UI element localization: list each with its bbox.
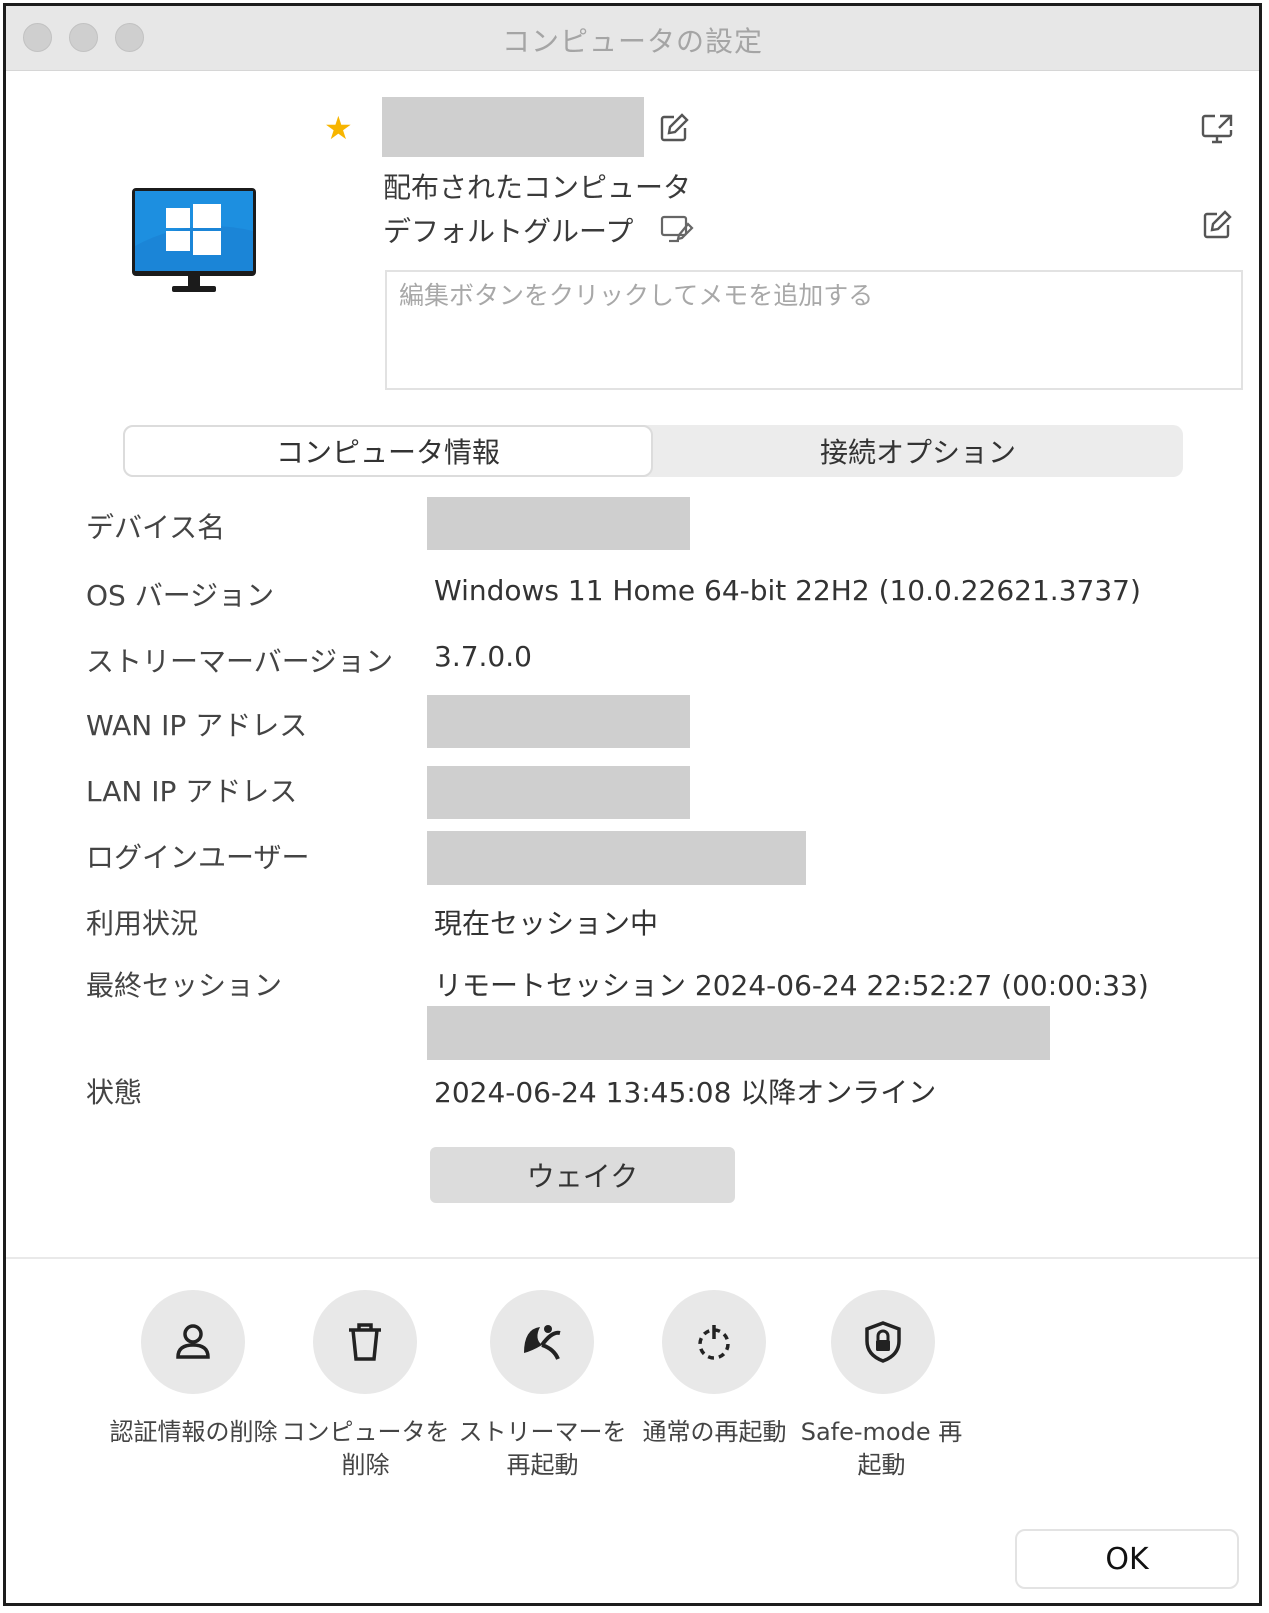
usage-label: 利用状況 [86, 907, 199, 940]
computer-settings-window: コンピュータの設定 ★ 配布されたコンピュータ デフォルトグループ 編集ボタンを… [3, 3, 1262, 1606]
streamer-version-value: 3.7.0.0 [434, 640, 532, 673]
delete-credentials-label: 認証情報の削除 [109, 1418, 278, 1446]
divider [6, 1257, 1259, 1259]
normal-restart-label: 通常の再起動 [642, 1418, 787, 1446]
memo-placeholder: 編集ボタンをクリックしてメモを追加する [399, 281, 874, 310]
favorite-star-icon[interactable]: ★ [324, 112, 353, 144]
normal-restart-button[interactable] [662, 1290, 766, 1394]
user-icon [176, 1324, 210, 1359]
window-title: コンピュータの設定 [501, 25, 763, 58]
trash-icon [349, 1323, 381, 1361]
last-session-label: 最終セッション [86, 969, 283, 1002]
streamer-version-label: ストリーマーバージョン [86, 645, 394, 678]
status-label: 状態 [86, 1076, 143, 1109]
wan-ip-label: WAN IP アドレス [86, 709, 308, 742]
last-session-value: リモートセッション 2024-06-24 22:52:27 (00:00:33) [434, 969, 1149, 1002]
login-user-label: ログインユーザー [86, 841, 310, 874]
tab-bar: コンピュータ情報 接続オプション [123, 425, 1183, 477]
lan-ip-label: LAN IP アドレス [86, 775, 298, 808]
tab-connection-options[interactable]: 接続オプション [653, 425, 1183, 477]
edit-memo-icon[interactable] [1198, 206, 1236, 244]
edit-name-icon[interactable] [656, 110, 692, 146]
external-window-icon[interactable] [1198, 110, 1236, 148]
os-version-value: Windows 11 Home 64-bit 22H2 (10.0.22621.… [434, 574, 1141, 607]
tab-computer-info[interactable]: コンピュータ情報 [123, 425, 653, 477]
status-value: 2024-06-24 13:45:08 以降オンライン [434, 1076, 937, 1109]
restart-icon [698, 1325, 730, 1360]
device-name-redacted [427, 497, 690, 550]
restart-streamer-label: ストリーマーを 再起動 [458, 1418, 627, 1479]
group-type-text: 配布されたコンピュータ [383, 171, 692, 204]
usage-value: 現在セッション中 [434, 907, 659, 940]
safe-mode-restart-label: Safe-mode 再起動 [800, 1418, 963, 1479]
change-group-icon[interactable] [658, 212, 696, 246]
shield-lock-icon [865, 1321, 901, 1363]
windows-monitor-icon [130, 186, 258, 296]
computer-name-redacted [382, 97, 644, 157]
os-version-label: OS バージョン [86, 579, 275, 612]
device-name-label: デバイス名 [86, 511, 226, 544]
safe-mode-restart-button[interactable] [831, 1290, 935, 1394]
wan-ip-redacted [427, 695, 690, 748]
lan-ip-redacted [427, 766, 690, 819]
group-name-text: デフォルトグループ [383, 215, 634, 248]
title-bar: コンピュータの設定 [6, 6, 1259, 71]
delete-computer-button[interactable] [313, 1290, 417, 1394]
wake-button[interactable]: ウェイク [430, 1147, 735, 1203]
delete-credentials-button[interactable] [141, 1290, 245, 1394]
ok-button[interactable]: OK [1015, 1529, 1239, 1589]
login-user-redacted [427, 831, 806, 885]
streamer-icon [524, 1325, 561, 1360]
memo-field[interactable]: 編集ボタンをクリックしてメモを追加する [385, 270, 1243, 390]
last-session-detail-redacted [427, 1006, 1050, 1060]
delete-computer-label: コンピュータを 削除 [281, 1418, 450, 1479]
restart-streamer-button[interactable] [490, 1290, 594, 1394]
